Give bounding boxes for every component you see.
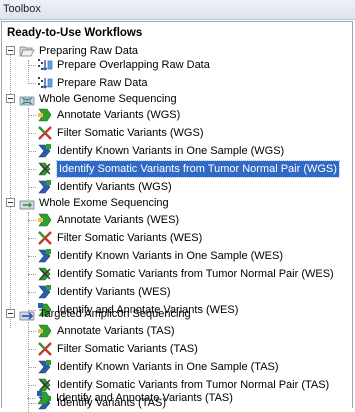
tree-connector xyxy=(28,220,36,221)
tree-item-workflow[interactable]: Identify Known Variants in One Sample (T… xyxy=(6,358,336,376)
identify-workflow-icon xyxy=(38,360,51,374)
identify-workflow-icon xyxy=(38,249,51,263)
tree-connector xyxy=(28,169,36,170)
tree-connector xyxy=(28,151,36,152)
tree-item-workflow[interactable]: Filter Somatic Variants (WGS) xyxy=(6,124,336,142)
tree-connector xyxy=(28,349,36,350)
tree-connector xyxy=(28,238,36,239)
tree-connector xyxy=(28,256,36,257)
tumor-normal-workflow-icon xyxy=(38,162,51,176)
tree-item-workflow-last[interactable]: Identify and Annotate Variants (TAS) xyxy=(5,389,335,407)
filter-workflow-icon xyxy=(38,231,52,245)
toolbox-panel-title: Toolbox xyxy=(3,3,41,15)
tree-item-label: Annotate Variants (WGS) xyxy=(57,109,181,121)
tree-connector xyxy=(28,367,36,368)
annotate-workflow-icon xyxy=(38,108,52,122)
tumor-normal-workflow-icon xyxy=(38,267,51,281)
tree-item-label: Identify Known Variants in One Sample (W… xyxy=(57,145,285,157)
tree-item-workflow[interactable]: Filter Somatic Variants (WES) xyxy=(6,229,336,247)
tree-item-workflow[interactable]: Prepare Overlapping Raw Data xyxy=(6,56,336,74)
collapse-toggle-icon[interactable] xyxy=(6,309,15,318)
raw-data-workflow-icon xyxy=(38,59,53,71)
tree-connector xyxy=(28,385,36,386)
tree-item-workflow[interactable]: Annotate Variants (WES) xyxy=(6,211,336,229)
tree-item-label: Identify Variants (WES) xyxy=(57,286,171,298)
collapse-toggle-icon[interactable] xyxy=(6,198,15,207)
tree-item-label: Filter Somatic Variants (WGS) xyxy=(57,127,204,139)
tree-item-label: Identify and Annotate Variants (TAS) xyxy=(56,392,233,404)
tree-connector xyxy=(28,83,36,84)
tree-item-label: Identify Known Variants in One Sample (W… xyxy=(57,250,284,262)
tree-item-workflow-selected[interactable]: Identify Somatic Variants from Tumor Nor… xyxy=(6,160,340,178)
tree-item-label: Prepare Overlapping Raw Data xyxy=(57,59,210,71)
identify-workflow-icon xyxy=(38,285,51,299)
filter-workflow-icon xyxy=(38,342,52,356)
identify-workflow-icon xyxy=(38,180,51,194)
tree-item-workflow[interactable]: Filter Somatic Variants (TAS) xyxy=(6,340,336,358)
tree-group-targeted-amplicon-sequencing[interactable]: Targeted Amplicon Sequencing xyxy=(6,305,336,323)
dna-folder-icon xyxy=(19,96,35,106)
exome-folder-icon xyxy=(19,200,35,210)
tree-group-whole-exome-sequencing[interactable]: Whole Exome Sequencing xyxy=(6,194,336,212)
amplicon-folder-icon xyxy=(19,311,35,321)
identify-workflow-icon xyxy=(38,144,51,158)
collapse-toggle-icon[interactable] xyxy=(6,94,15,103)
annotate-workflow-icon xyxy=(38,213,52,227)
tree-group-label: Whole Exome Sequencing xyxy=(39,197,169,209)
tree-connector xyxy=(28,292,36,293)
tree-item-label: Filter Somatic Variants (TAS) xyxy=(57,343,198,355)
toolbox-panel-header: Toolbox xyxy=(0,0,355,20)
tree-connector xyxy=(28,187,36,188)
filter-workflow-icon xyxy=(38,126,52,140)
tree-connector xyxy=(28,115,36,116)
workflow-tree: Ready-to-Use Workflows Preparing Raw Dat… xyxy=(1,21,353,412)
tree-item-label: Identify Known Variants in One Sample (T… xyxy=(57,361,279,373)
annotate-workflow-icon xyxy=(38,324,52,338)
identify-annotate-workflow-icon xyxy=(37,391,51,405)
collapse-toggle-icon[interactable] xyxy=(6,46,15,55)
tree-connector xyxy=(27,398,35,399)
tree-item-workflow[interactable]: Identify Variants (WES) xyxy=(6,283,336,301)
tree-connector xyxy=(28,331,36,332)
tree-item-workflow[interactable]: Annotate Variants (WGS) xyxy=(6,106,336,124)
tree-item-workflow[interactable]: Annotate Variants (TAS) xyxy=(6,322,336,340)
tree-item-workflow[interactable]: Identify Known Variants in One Sample (W… xyxy=(6,247,336,265)
tree-root-title: Ready-to-Use Workflows xyxy=(7,27,143,39)
tree-item-label: Filter Somatic Variants (WES) xyxy=(57,232,203,244)
tree-item-label: Annotate Variants (TAS) xyxy=(57,325,175,337)
tree-connector xyxy=(28,65,36,66)
tree-item-label: Identify Somatic Variants from Tumor Nor… xyxy=(57,268,334,280)
tree-item-workflow[interactable]: Identify Somatic Variants from Tumor Nor… xyxy=(6,265,336,283)
tree-item-label: Annotate Variants (WES) xyxy=(57,214,180,226)
raw-data-workflow-icon xyxy=(38,77,53,89)
tree-item-label: Identify Somatic Variants from Tumor Nor… xyxy=(56,160,340,178)
tree-connector xyxy=(28,133,36,134)
tree-connector xyxy=(28,274,36,275)
tree-group-label: Targeted Amplicon Sequencing xyxy=(39,308,191,320)
tree-item-workflow[interactable]: Identify Known Variants in One Sample (W… xyxy=(6,142,336,160)
